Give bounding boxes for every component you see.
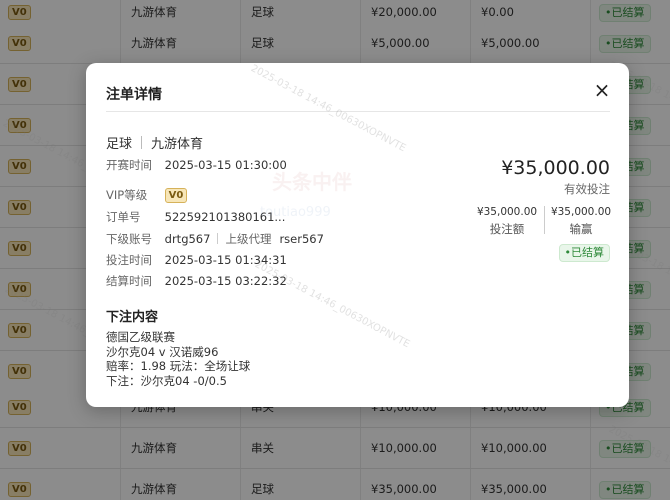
sport-platform-line: 足球 九游体育 <box>106 133 203 152</box>
valid-bet-label: 有效投注 <box>564 182 610 196</box>
order-label: 订单号 <box>106 210 141 224</box>
modal-title: 注单详情 <box>106 87 162 103</box>
agent-value: rser567 <box>279 232 324 246</box>
win-amount-value: ¥35,000.00 <box>550 206 612 218</box>
vip-row: VIP等级 V0 <box>106 187 188 203</box>
sport-separator <box>141 136 143 149</box>
bet-selection-line: 下注：沙尔克04 -0/0.5 <box>106 373 227 388</box>
league-name: 德国乙级联赛 <box>106 330 175 344</box>
bet-content-title: 下注内容 <box>106 310 159 325</box>
win-amount-label: 输赢 <box>569 222 593 236</box>
account-row: 下级账号 drtg567 上级代理 rser567 <box>106 231 324 247</box>
settle-time-label: 结算时间 <box>106 274 152 288</box>
settle-time-row: 结算时间 2025-03-15 03:22:32 <box>106 273 287 289</box>
account-separator <box>217 233 219 244</box>
watermark-modal-1: 2025-03-18 14:46_00630XOPNVTE <box>248 63 408 155</box>
odds-line: 赔率：1.98 玩法：全场让球 <box>106 359 251 373</box>
start-time-label: 开赛时间 <box>106 158 152 172</box>
valid-bet-amount: ¥35,000.00 <box>501 157 610 179</box>
match-name: 沙尔克04 v 汉诺威96 <box>106 344 219 359</box>
win-amount-stat: ¥35,000.00 输赢 <box>550 206 612 237</box>
bet-detail-modal: 注单详情 × 足球 九游体育 开赛时间 2025-03-15 01:30:00 V… <box>86 63 629 407</box>
bet-amount-stat: ¥35,000.00 投注额 <box>476 206 538 237</box>
title-divider <box>106 111 610 112</box>
order-value: 522592101380161... <box>164 210 286 224</box>
platform-name: 九游体育 <box>151 137 204 152</box>
start-time-value: 2025-03-15 01:30:00 <box>164 158 287 172</box>
bet-time-value: 2025-03-15 01:34:31 <box>164 253 287 267</box>
stat-separator <box>544 206 545 234</box>
bet-time-row: 投注时间 2025-03-15 01:34:31 <box>106 252 287 268</box>
agent-label: 上级代理 <box>225 232 272 246</box>
sub-account-value: drtg567 <box>164 232 211 246</box>
settle-time-value: 2025-03-15 03:22:32 <box>164 274 287 288</box>
bet-amount-label: 投注额 <box>489 222 525 236</box>
close-icon[interactable]: × <box>593 80 611 100</box>
status-badge: •已结算 <box>558 244 610 262</box>
order-row: 订单号 522592101380161... <box>106 209 285 225</box>
bet-time-label: 投注时间 <box>106 253 152 267</box>
start-time-row: 开赛时间 2025-03-15 01:30:00 <box>106 157 287 173</box>
sport-name: 足球 <box>106 137 133 152</box>
vip-badge: V0 <box>164 188 188 203</box>
bet-content: 德国乙级联赛 沙尔克04 v 汉诺威96 赔率：1.98 玩法：全场让球 下注：… <box>106 330 250 388</box>
sub-account-label: 下级账号 <box>106 232 152 246</box>
vip-label: VIP等级 <box>106 188 148 202</box>
bet-amount-value: ¥35,000.00 <box>476 206 538 218</box>
